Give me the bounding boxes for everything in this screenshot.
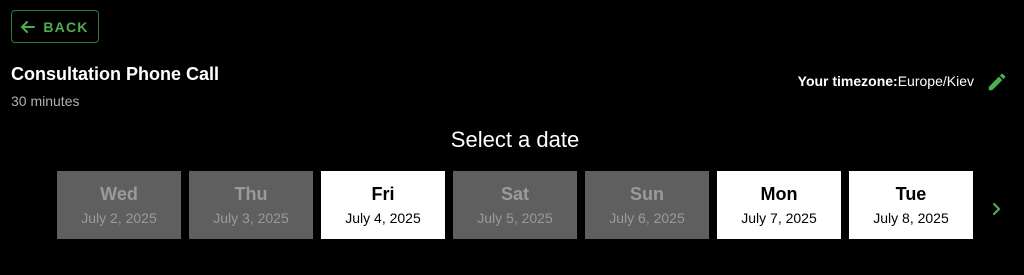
arrow-left-icon [21,20,36,33]
date-card-day: Mon [760,184,798,204]
date-card-date: July 7, 2025 [741,210,817,226]
date-card-day: Tue [895,184,927,204]
date-card-wed: Wed July 2, 2025 [57,171,181,239]
meeting-duration: 30 minutes [11,93,80,109]
date-card-day: Sun [630,184,664,204]
page-title: Consultation Phone Call [11,64,220,84]
date-card-date: July 8, 2025 [873,210,949,226]
back-button[interactable]: BACK [11,10,99,43]
date-picker-row: Wed July 2, 2025 Thu July 3, 2025 Fri July 4,… [57,171,973,239]
date-card-thu: Thu July 3, 2025 [189,171,313,239]
timezone-value: Europe/Kiev [897,73,974,89]
date-card-fri[interactable]: Fri July 4, 2025 [321,171,445,239]
back-button-label: BACK [43,18,89,35]
date-card-day: Fri [371,184,395,204]
date-card-day: Thu [234,184,268,204]
date-card-mon[interactable]: Mon July 7, 2025 [717,171,841,239]
pencil-icon[interactable] [986,71,1008,93]
date-card-sat: Sat July 5, 2025 [453,171,577,239]
select-date-heading: Select a date [450,127,580,152]
date-card-day: Sat [500,184,529,204]
timezone-label: Your timezone: [797,73,898,89]
date-card-date: July 4, 2025 [345,210,421,226]
date-card-sun: Sun July 6, 2025 [585,171,709,239]
timezone-display: Your timezone:Europe/Kiev [798,73,974,89]
booking-page: BACK Consultation Phone Call 30 minutes … [0,0,1024,275]
date-card-date: July 3, 2025 [213,210,289,226]
date-card-date: July 5, 2025 [477,210,553,226]
date-card-date: July 2, 2025 [81,210,157,226]
date-card-day: Wed [100,184,138,204]
date-card-date: July 6, 2025 [609,210,685,226]
chevron-right-icon[interactable] [988,199,1006,219]
date-card-tue[interactable]: Tue July 8, 2025 [849,171,973,239]
